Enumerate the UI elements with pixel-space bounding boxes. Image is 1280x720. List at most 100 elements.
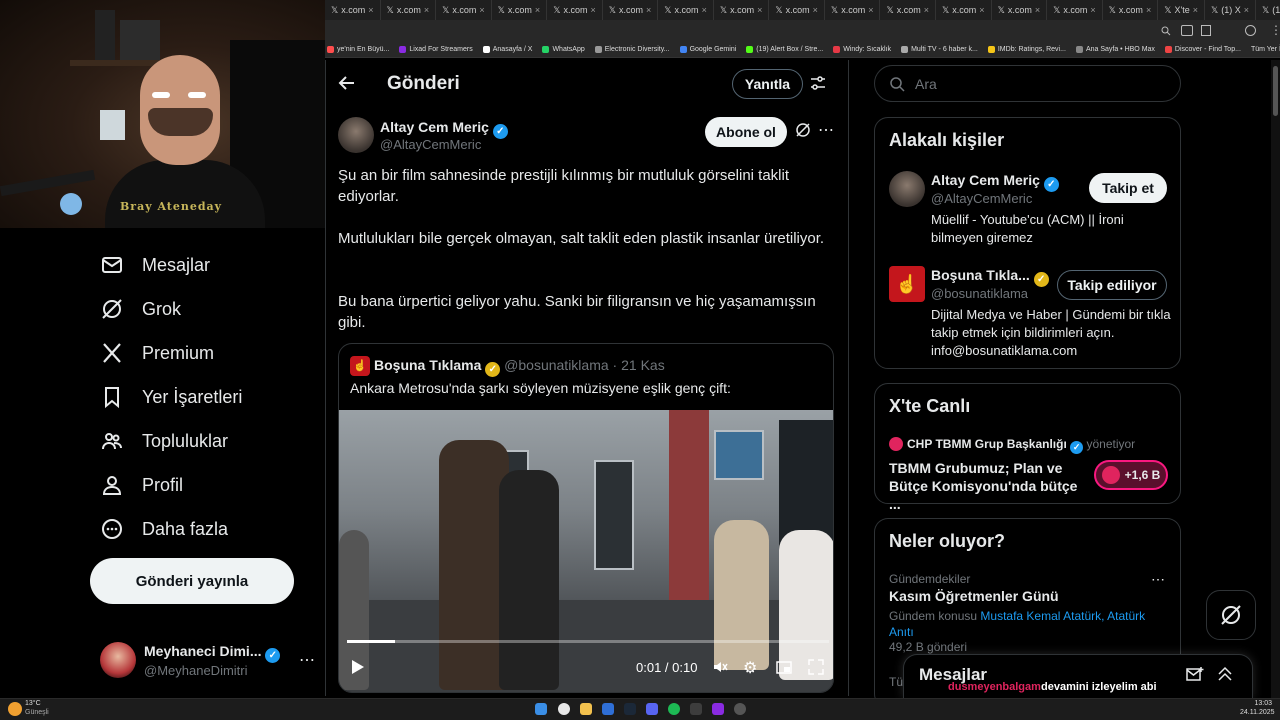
browser-tab[interactable]: 𝕏x.com × bbox=[825, 0, 881, 20]
all-bookmarks[interactable]: Tüm Yer İşaretleri bbox=[1251, 46, 1280, 53]
close-icon[interactable]: × bbox=[702, 5, 707, 15]
browser-tab[interactable]: 𝕏x.com × bbox=[492, 0, 548, 20]
close-icon[interactable]: × bbox=[979, 5, 984, 15]
follow-button[interactable]: Takip et bbox=[1089, 173, 1167, 203]
browser-tab[interactable]: 𝕏x.com × bbox=[1047, 0, 1103, 20]
browser-tab[interactable]: 𝕏x.com × bbox=[325, 0, 381, 20]
avatar[interactable]: ☝ bbox=[889, 266, 925, 302]
person-handle[interactable]: @AltayCemMeric bbox=[931, 191, 1032, 206]
following-button[interactable]: Takip ediliyor bbox=[1057, 270, 1167, 300]
clock-date[interactable]: 24.11.2025 bbox=[1240, 709, 1275, 716]
steam-icon[interactable] bbox=[624, 703, 636, 715]
grok-fab[interactable] bbox=[1206, 590, 1256, 640]
nav-item-mesajlar[interactable]: Mesajlar bbox=[100, 253, 210, 277]
author-avatar[interactable] bbox=[338, 117, 374, 153]
volume-icon[interactable] bbox=[712, 659, 728, 678]
picture-in-picture-icon[interactable] bbox=[776, 659, 792, 678]
app-icon[interactable] bbox=[712, 703, 724, 715]
browser-tab[interactable]: 𝕏x.com × bbox=[658, 0, 714, 20]
app-icon[interactable] bbox=[690, 703, 702, 715]
close-icon[interactable]: × bbox=[813, 5, 818, 15]
close-icon[interactable]: × bbox=[924, 5, 929, 15]
close-icon[interactable]: × bbox=[1244, 5, 1249, 15]
browser-tab[interactable]: 𝕏x.com × bbox=[603, 0, 659, 20]
browser-tab[interactable]: 𝕏x.com × bbox=[1103, 0, 1159, 20]
person-handle[interactable]: @bosunatiklama bbox=[931, 286, 1028, 301]
nav-item-profil[interactable]: Profil bbox=[100, 473, 183, 497]
bookmark-item[interactable]: (19) Alert Box / Stre... bbox=[746, 46, 823, 53]
bookmark-item[interactable]: Discover - Find Top... bbox=[1164, 46, 1241, 53]
close-icon[interactable]: × bbox=[868, 5, 873, 15]
bookmark-item[interactable]: Windy: Sıcaklık bbox=[833, 46, 891, 53]
nav-item-topluluklar[interactable]: Topluluklar bbox=[100, 429, 228, 453]
author-name[interactable]: Altay Cem Meriç bbox=[380, 119, 489, 135]
clock-time[interactable]: 13:03 bbox=[1240, 700, 1272, 707]
bookmark-item[interactable]: Anasayfa / X bbox=[482, 46, 532, 53]
nav-item-daha-fazla[interactable]: Daha fazla bbox=[100, 517, 228, 541]
fullscreen-icon[interactable] bbox=[808, 659, 824, 678]
nav-item-premium[interactable]: Premium bbox=[100, 341, 214, 365]
search-input[interactable]: Ara bbox=[874, 65, 1181, 102]
subscribe-button[interactable]: Abone ol bbox=[705, 117, 787, 147]
quoted-post[interactable]: ☝ Boşuna Tıklama ✓ @bosunatiklama · 21 K… bbox=[338, 343, 834, 693]
chrome-icon[interactable] bbox=[558, 703, 570, 715]
scrollbar-thumb[interactable] bbox=[1273, 66, 1278, 116]
folder-icon[interactable] bbox=[580, 703, 592, 715]
person-name[interactable]: Boşuna Tıkla... bbox=[931, 267, 1030, 283]
discord-icon[interactable] bbox=[646, 703, 658, 715]
app-icon[interactable] bbox=[734, 703, 746, 715]
page-scrollbar[interactable] bbox=[1271, 60, 1280, 698]
bookmark-item[interactable]: Google Gemini bbox=[679, 46, 736, 53]
browser-tab[interactable]: 𝕏(1) X× bbox=[1205, 0, 1257, 20]
close-icon[interactable]: × bbox=[368, 5, 373, 15]
bookmark-item[interactable]: ye'nin En Büyü... bbox=[327, 46, 389, 53]
live-card[interactable]: X'te Canlı CHP TBMM Grup Başkanlığı ✓ yö… bbox=[874, 383, 1181, 512]
spotify-icon[interactable] bbox=[668, 703, 680, 715]
bookmark-item[interactable]: Multi TV - 6 haber k... bbox=[901, 46, 978, 53]
browser-tab[interactable]: 𝕏x.com × bbox=[769, 0, 825, 20]
close-icon[interactable]: × bbox=[535, 5, 540, 15]
browser-tab[interactable]: 𝕏x.com × bbox=[714, 0, 770, 20]
close-icon[interactable]: × bbox=[1090, 5, 1095, 15]
browser-tab[interactable]: 𝕏x.com × bbox=[880, 0, 937, 20]
bookmark-item[interactable]: WhatsApp bbox=[542, 46, 585, 53]
menu-dots-icon[interactable]: ⋮ bbox=[1270, 23, 1280, 37]
browser-tab[interactable]: 𝕏x.com × bbox=[436, 0, 492, 20]
new-message-icon[interactable] bbox=[1186, 666, 1204, 682]
author-handle[interactable]: @AltayCemMeric bbox=[380, 137, 481, 152]
browser-tab[interactable]: 𝕏(1) X× bbox=[1256, 0, 1280, 20]
close-icon[interactable]: × bbox=[1193, 5, 1198, 15]
browser-tab[interactable]: 𝕏x.com × bbox=[547, 0, 603, 20]
nav-item-grok[interactable]: Grok bbox=[100, 297, 181, 321]
video-progress-track[interactable] bbox=[347, 640, 829, 643]
more-dots-icon[interactable]: ⋯ bbox=[818, 120, 834, 140]
back-arrow-icon[interactable] bbox=[338, 74, 356, 97]
bookmark-item[interactable]: Ana Sayfa • HBO Max bbox=[1075, 46, 1155, 53]
nav-item-yer-i̇şaretleri[interactable]: Yer İşaretleri bbox=[100, 385, 242, 409]
video-player[interactable]: 0:01 / 0:10 ⚙ bbox=[339, 410, 833, 692]
post-button[interactable]: Gönderi yayınla bbox=[90, 558, 294, 604]
close-icon[interactable]: × bbox=[646, 5, 651, 15]
more-dots-icon[interactable]: ⋯ bbox=[299, 650, 315, 670]
settings-gear-icon[interactable]: ⚙ bbox=[743, 658, 757, 678]
settings-sliders-icon[interactable] bbox=[810, 75, 826, 96]
screen-cast-icon[interactable] bbox=[1181, 25, 1193, 36]
weather-temp[interactable]: 13°C bbox=[25, 700, 41, 707]
browser-tab[interactable]: 𝕏 X'te × bbox=[1158, 0, 1205, 20]
browser-tab[interactable]: 𝕏x.com × bbox=[936, 0, 992, 20]
close-icon[interactable]: × bbox=[757, 5, 762, 15]
start-icon[interactable] bbox=[535, 703, 547, 715]
avatar[interactable] bbox=[889, 171, 925, 207]
expand-up-icon[interactable] bbox=[1217, 666, 1233, 682]
close-icon[interactable]: × bbox=[424, 5, 429, 15]
person-name[interactable]: Altay Cem Meriç bbox=[931, 172, 1040, 188]
extension-icon[interactable] bbox=[1201, 25, 1211, 36]
app-icon[interactable] bbox=[602, 703, 614, 715]
more-dots-icon[interactable]: ⋯ bbox=[1151, 571, 1165, 588]
close-icon[interactable]: × bbox=[590, 5, 595, 15]
browser-tab[interactable]: 𝕏x.com × bbox=[381, 0, 437, 20]
search-icon[interactable] bbox=[1161, 26, 1171, 36]
reply-button[interactable]: Yanıtla bbox=[732, 69, 803, 99]
close-icon[interactable]: × bbox=[1146, 5, 1151, 15]
play-icon[interactable] bbox=[351, 659, 365, 678]
